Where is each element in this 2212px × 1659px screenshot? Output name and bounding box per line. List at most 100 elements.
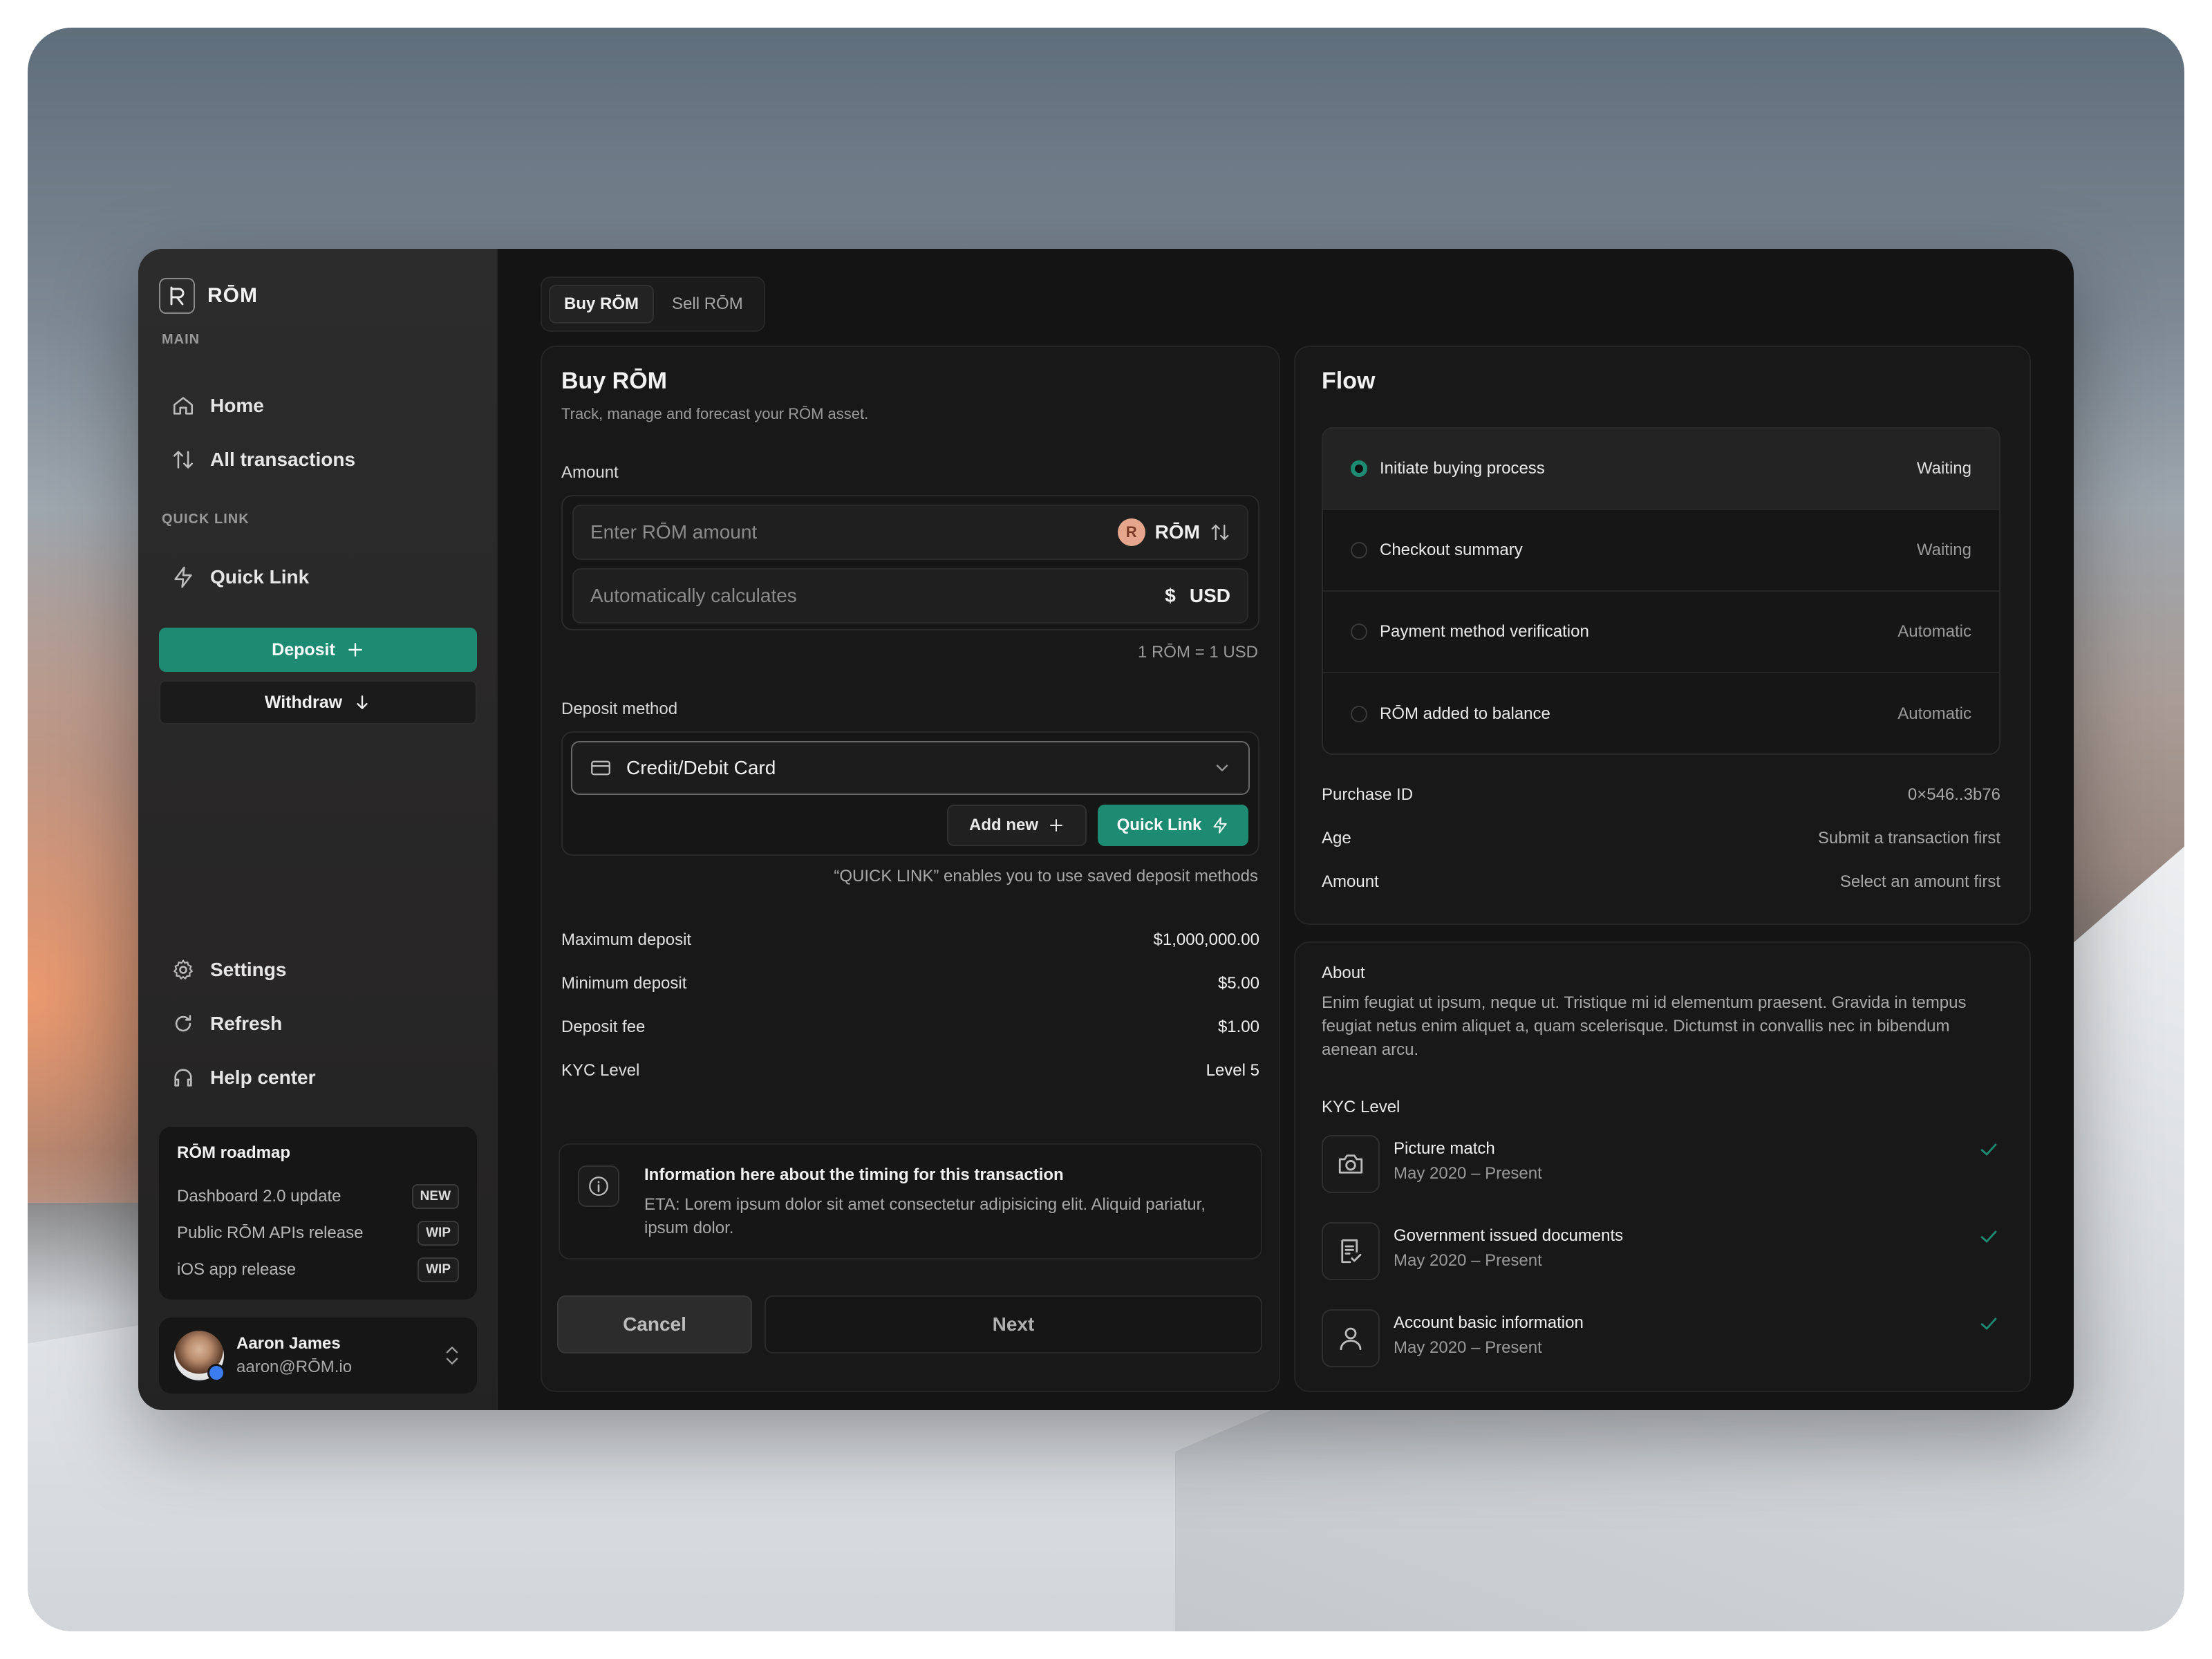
add-new-label: Add new [969, 816, 1038, 834]
about-text: Enim feugiat ut ipsum, neque ut. Tristiq… [1322, 993, 1967, 1059]
flow-step-status: Waiting [1916, 541, 1971, 559]
tab-bar: Buy RŌM Sell RŌM [541, 276, 765, 332]
meta-label: Amount [1322, 872, 1379, 891]
app-window: RŌM MAIN Home All transactions QUICK LIN… [138, 249, 2074, 1410]
about-title: About [1322, 964, 1365, 982]
roadmap-item[interactable]: Dashboard 2.0 update NEW [177, 1178, 459, 1215]
info-row-deposit-fee: Deposit fee $1.00 [561, 1018, 1259, 1037]
refresh-icon [175, 1015, 191, 1032]
transaction-timing-notice: Information here about the timing for th… [559, 1143, 1262, 1259]
radio-icon [1351, 542, 1367, 559]
sidebar-item-label: Quick Link [210, 566, 310, 588]
radio-selected-icon [1351, 460, 1367, 477]
user-email: aaron@RŌM.io [236, 1358, 353, 1376]
plus-icon [348, 643, 362, 657]
deposit-method-group: Credit/Debit Card Add new Quick Link [561, 731, 1259, 856]
kyc-item-date: May 2020 – Present [1394, 1251, 1542, 1270]
deposit-method-label: Deposit method [561, 700, 678, 718]
sidebar: RŌM MAIN Home All transactions QUICK LIN… [138, 249, 498, 1410]
notice-title: Information here about the timing for th… [644, 1165, 1064, 1184]
lightning-icon [174, 566, 192, 588]
info-label: Minimum deposit [561, 974, 687, 993]
deposit-method-select[interactable]: Credit/Debit Card [571, 741, 1250, 795]
add-new-button[interactable]: Add new [947, 805, 1087, 846]
sidebar-item-help-center[interactable]: Help center [171, 1066, 316, 1089]
roadmap-item[interactable]: Public RŌM APIs release WIP [177, 1215, 459, 1251]
app-name: RŌM [207, 284, 258, 307]
plus-icon [1050, 819, 1062, 832]
app-logo[interactable]: RŌM [159, 278, 258, 314]
info-value: $1,000,000.00 [1153, 930, 1259, 949]
flow-step[interactable]: RŌM added to balance Automatic [1323, 673, 1999, 753]
user-account-switcher[interactable]: Aaron James aaron@RŌM.io [159, 1318, 477, 1394]
flow-title: Flow [1322, 368, 1376, 394]
info-label: Maximum deposit [561, 930, 692, 949]
sidebar-item-quick-link[interactable]: Quick Link [171, 565, 309, 589]
rom-amount-input[interactable]: Enter RŌM amount R RŌM [572, 505, 1248, 560]
sidebar-item-label: Home [210, 395, 264, 416]
status-badge: NEW [411, 1183, 459, 1209]
flow-step-status: Automatic [1897, 622, 1971, 641]
flow-steps: Initiate buying process Waiting Checkout… [1322, 427, 2000, 755]
about-panel: About Enim feugiat ut ipsum, neque ut. T… [1294, 941, 2031, 1392]
flow-step[interactable]: Checkout summary Waiting [1323, 510, 1999, 592]
currency-swap[interactable]: R RŌM [1117, 518, 1230, 546]
info-row-maximum-deposit: Maximum deposit $1,000,000.00 [561, 930, 1259, 950]
exchange-rate: 1 RŌM = 1 USD [1137, 643, 1258, 662]
deposit-label: Deposit [272, 639, 335, 659]
flow-panel: Flow Initiate buying process Waiting Che… [1294, 346, 2031, 925]
quick-link-label: Quick Link [1116, 816, 1202, 834]
dollar-icon: $ [1165, 585, 1176, 606]
amount-group: Enter RŌM amount R RŌM Automatically cal… [561, 495, 1259, 630]
roadmap-item[interactable]: iOS app release WIP [177, 1251, 459, 1288]
sidebar-item-refresh[interactable]: Refresh [171, 1012, 282, 1035]
document-icon [1322, 1222, 1380, 1280]
sidebar-item-home[interactable]: Home [171, 394, 264, 418]
deposit-method-value: Credit/Debit Card [626, 757, 776, 778]
flow-step[interactable]: Initiate buying process Waiting [1323, 429, 1999, 510]
meta-row-age: Age Submit a transaction first [1322, 829, 2000, 848]
tab-buy[interactable]: Buy RŌM [549, 285, 654, 324]
cancel-button[interactable]: Cancel [557, 1295, 752, 1353]
flow-step-label: RŌM added to balance [1380, 704, 1550, 723]
kyc-item-date: May 2020 – Present [1394, 1338, 1542, 1357]
usd-amount-placeholder: Automatically calculates [590, 585, 797, 606]
sidebar-item-label: Settings [210, 959, 287, 980]
status-badge: WIP [418, 1220, 459, 1246]
kyc-item: Account basic information May 2020 – Pre… [1322, 1309, 2000, 1370]
kyc-item-name: Account basic information [1394, 1313, 1584, 1332]
rom-currency-label: RŌM [1154, 521, 1200, 543]
sidebar-item-all-transactions[interactable]: All transactions [171, 448, 355, 471]
flow-step-label: Initiate buying process [1380, 459, 1545, 478]
radio-icon [1351, 624, 1367, 640]
flow-step-label: Checkout summary [1380, 541, 1523, 559]
roadmap-item-label: Dashboard 2.0 update [177, 1186, 341, 1206]
user-name: Aaron James [236, 1334, 341, 1353]
transfer-icon [173, 451, 194, 469]
withdraw-button[interactable]: Withdraw [159, 680, 477, 724]
meta-label: Age [1322, 829, 1351, 847]
arrow-down-icon [357, 695, 368, 709]
flow-step-status: Waiting [1916, 459, 1971, 478]
info-row-kyc-level: KYC Level Level 5 [561, 1061, 1259, 1080]
info-label: KYC Level [561, 1061, 640, 1080]
buy-title: Buy RŌM [561, 368, 667, 394]
section-label-main: MAIN [162, 332, 200, 347]
sidebar-item-label: Help center [210, 1067, 316, 1088]
status-badge: WIP [418, 1257, 459, 1282]
headset-icon [174, 1069, 192, 1087]
check-icon [1980, 1318, 1997, 1330]
deposit-button[interactable]: Deposit [159, 628, 477, 672]
next-button[interactable]: Next [765, 1295, 1262, 1353]
sidebar-item-settings[interactable]: Settings [171, 958, 286, 982]
meta-label: Purchase ID [1322, 785, 1414, 804]
logo-icon [159, 278, 195, 314]
quick-link-note: “QUICK LINK” enables you to use saved de… [834, 867, 1258, 885]
roadmap-item-label: iOS app release [177, 1259, 297, 1279]
quick-link-button[interactable]: Quick Link [1098, 805, 1248, 846]
check-icon [1980, 1143, 1997, 1156]
tab-sell[interactable]: Sell RŌM [658, 286, 757, 322]
meta-value: 0×546..3b76 [1907, 785, 2000, 804]
info-icon [578, 1165, 619, 1207]
flow-step[interactable]: Payment method verification Automatic [1323, 592, 1999, 673]
